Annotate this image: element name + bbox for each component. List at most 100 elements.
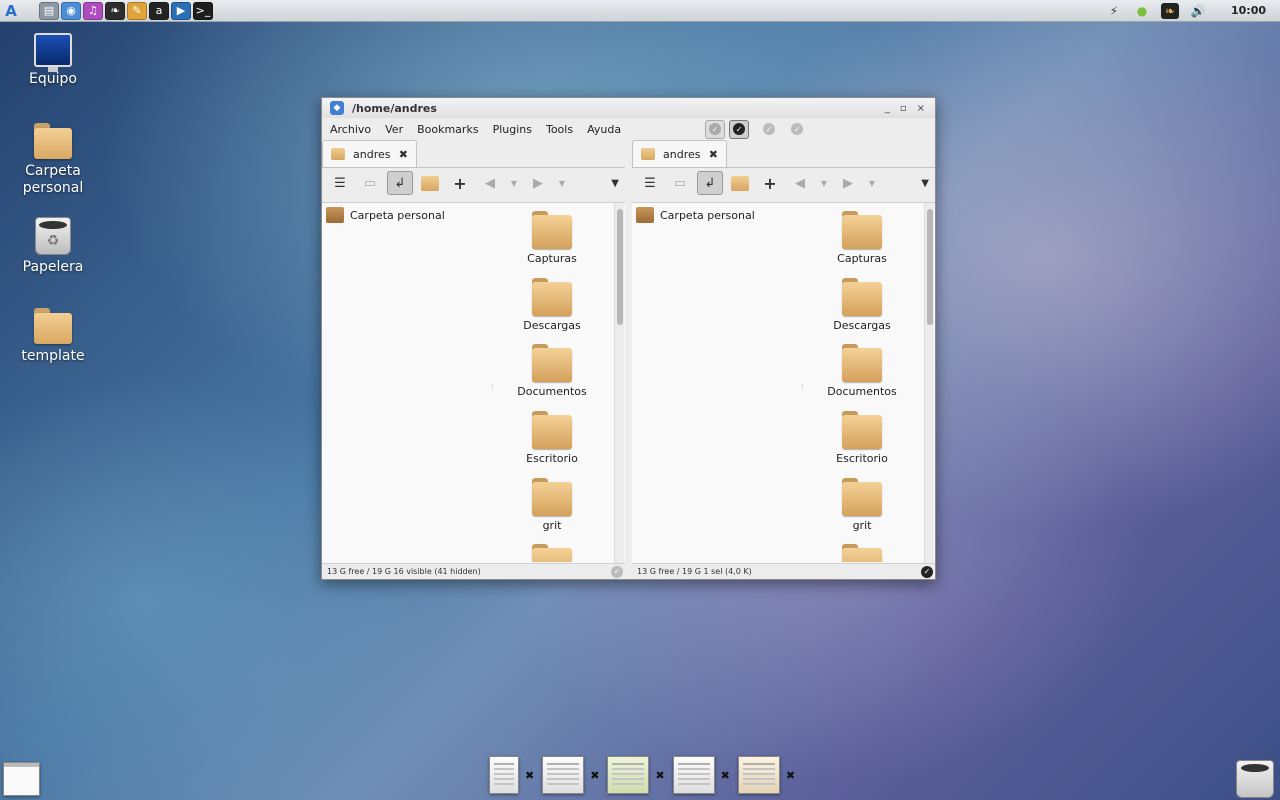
clock[interactable]: 10:00 (1231, 4, 1266, 17)
folder-name: Descargas (833, 318, 891, 332)
app-icon[interactable]: ◆ (330, 101, 344, 115)
check-icon[interactable]: ✓ (763, 123, 776, 135)
menu-archivo[interactable]: Archivo (330, 123, 371, 136)
folder-item[interactable]: Documentos (807, 342, 917, 409)
menu-dropdown-icon[interactable]: ▼ (921, 178, 929, 189)
window-thumbnail[interactable] (607, 756, 650, 794)
menu-bookmarks[interactable]: Bookmarks (417, 123, 478, 136)
close-icon[interactable]: ✖ (525, 769, 534, 782)
sidebar-item-carpeta-personal[interactable]: Carpeta personal (636, 207, 755, 223)
folder-item[interactable] (807, 542, 917, 563)
window-thumbnail[interactable] (737, 756, 780, 794)
scroll-thumb[interactable] (617, 209, 623, 325)
list-view-icon[interactable]: ☰ (327, 171, 353, 195)
drive-icon[interactable]: ▭ (667, 171, 693, 195)
right-pane-toggle[interactable]: ✓ (729, 119, 750, 139)
drive-icon[interactable]: ▭ (357, 171, 383, 195)
maximize-button[interactable]: ▫ (900, 103, 907, 114)
tab-andres[interactable]: andres ✖ (322, 140, 417, 167)
menu-tools[interactable]: Tools (546, 123, 573, 136)
check-icon[interactable]: ✓ (791, 123, 804, 135)
parent-folder-icon[interactable]: ↲ (697, 171, 723, 195)
scrollbar[interactable] (614, 203, 624, 564)
desktop-icon-papelera[interactable]: ♻ Papelera (8, 217, 98, 276)
back-arrow-icon[interactable]: ◀ (477, 171, 503, 195)
forward-arrow-icon[interactable]: ▶ (835, 171, 861, 195)
window-thumbnail[interactable] (542, 756, 585, 794)
terminal-icon[interactable]: >_ (193, 1, 213, 20)
video-icon[interactable]: ▶ (171, 1, 191, 20)
menu-plugins[interactable]: Plugins (493, 123, 532, 136)
folder-item[interactable] (497, 542, 607, 563)
chevron-down-icon[interactable]: ▼ (507, 171, 521, 195)
chevron-down-icon[interactable]: ▼ (555, 171, 569, 195)
leaf-tray-icon[interactable]: ❧ (1160, 2, 1179, 19)
dock-trash-icon[interactable] (1236, 760, 1274, 798)
dock-window-item[interactable]: ✖ (672, 756, 734, 794)
folder-item[interactable]: Descargas (497, 276, 607, 343)
chevron-down-icon[interactable]: ▼ (817, 171, 831, 195)
menu-ver[interactable]: Ver (385, 123, 403, 136)
folder-item[interactable]: Descargas (807, 276, 917, 343)
scroll-thumb[interactable] (927, 209, 933, 325)
left-pane-toggle[interactable]: ✓ (705, 119, 726, 139)
status-green-icon[interactable]: ● (1133, 3, 1151, 19)
dock-window-item[interactable]: ✖ (607, 756, 668, 794)
folder-item[interactable]: Escritorio (807, 409, 917, 476)
arch-logo-icon[interactable]: A (0, 0, 22, 22)
close-icon[interactable]: ✖ (590, 769, 599, 782)
splitter-handle[interactable]: ⁝ (491, 383, 494, 392)
scrollbar[interactable] (924, 203, 934, 564)
show-desktop-button[interactable] (3, 762, 40, 796)
desktop-icon-carpeta-personal[interactable]: Carpeta personal (8, 123, 98, 197)
folder-item[interactable]: grit (807, 476, 917, 543)
dock-window-item[interactable]: ✖ (542, 756, 603, 794)
list-view-icon[interactable]: ☰ (637, 171, 663, 195)
folder-item[interactable]: Capturas (497, 209, 607, 276)
folder-icon[interactable] (727, 171, 753, 195)
close-icon[interactable]: ✖ (786, 769, 795, 782)
close-tab-icon[interactable]: ✖ (399, 148, 408, 161)
folder-icon[interactable] (417, 171, 443, 195)
folder-name: Escritorio (836, 452, 888, 466)
sidebar-item-carpeta-personal[interactable]: Carpeta personal (326, 207, 445, 223)
media-icon[interactable]: ♫ (83, 1, 103, 20)
window-titlebar[interactable]: ◆ /home/andres _ ▫ × (322, 98, 935, 118)
folder-item[interactable]: Escritorio (497, 409, 607, 476)
menu-dropdown-icon[interactable]: ▼ (611, 178, 619, 189)
add-icon[interactable]: + (757, 171, 783, 195)
back-arrow-icon[interactable]: ◀ (787, 171, 813, 195)
minimize-button[interactable]: _ (885, 103, 890, 114)
check-icon[interactable]: ✓ (611, 565, 623, 578)
add-icon[interactable]: + (447, 171, 473, 195)
chevron-down-icon[interactable]: ▼ (865, 171, 879, 195)
check-icon[interactable]: ✓ (921, 565, 933, 578)
network-icon[interactable]: ⚡ (1105, 3, 1123, 19)
leaf-icon[interactable]: ❧ (105, 1, 125, 20)
folder-item[interactable]: grit (497, 476, 607, 543)
forward-arrow-icon[interactable]: ▶ (525, 171, 551, 195)
close-button[interactable]: × (917, 103, 925, 114)
window-thumbnail[interactable] (672, 756, 715, 794)
volume-icon[interactable]: 🔊 (1189, 3, 1207, 19)
browser-icon[interactable]: ◉ (61, 1, 81, 20)
close-tab-icon[interactable]: ✖ (709, 148, 718, 161)
dock-window-item[interactable]: ✖ (737, 756, 799, 794)
folder-item[interactable]: Capturas (807, 209, 917, 276)
parent-folder-icon[interactable]: ↲ (387, 171, 413, 195)
paint-icon[interactable]: ✎ (127, 1, 147, 20)
file-view[interactable]: Carpeta personal ⁝ Capturas Descargas Docume… (632, 202, 935, 564)
close-icon[interactable]: ✖ (655, 769, 664, 782)
menu-ayuda[interactable]: Ayuda (587, 123, 621, 136)
tab-andres[interactable]: andres ✖ (632, 140, 727, 167)
dock-window-item[interactable]: ✖ (489, 756, 538, 794)
splitter-handle[interactable]: ⁝ (801, 383, 804, 392)
amazon-icon[interactable]: a (149, 1, 169, 20)
file-view[interactable]: Carpeta personal ⁝ Capturas Descargas Docume… (322, 202, 625, 564)
window-thumbnail[interactable] (489, 756, 519, 794)
desktop-icon-template[interactable]: template (8, 308, 98, 365)
files-icon[interactable]: ▤ (39, 1, 59, 20)
desktop-icon-equipo[interactable]: Equipo (8, 33, 98, 88)
folder-item[interactable]: Documentos (497, 342, 607, 409)
close-icon[interactable]: ✖ (721, 769, 730, 782)
